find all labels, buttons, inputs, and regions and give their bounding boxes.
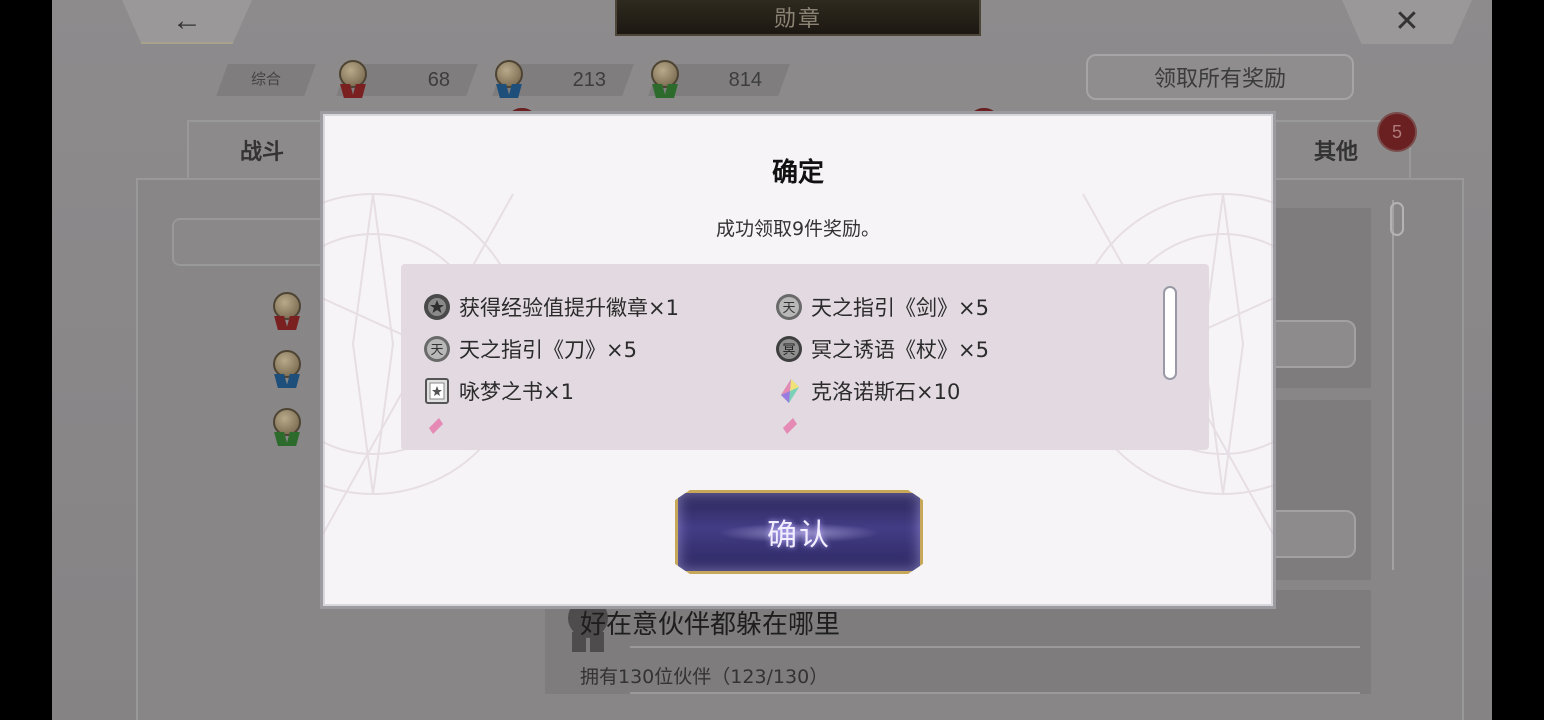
reward-text: 咏梦之书×1 (459, 380, 574, 404)
chronos-stone-icon (783, 418, 797, 434)
letterbox-right (1492, 0, 1544, 720)
list-item: 获得经验值提升徽章×1 (423, 290, 679, 324)
back-arrow-icon: ← (172, 4, 202, 37)
reward-list[interactable]: 获得经验值提升徽章×1 天 天之指引《剑》×5 天 天之指引《刀》×5 冥 冥之… (401, 264, 1209, 450)
list-item: 天 天之指引《刀》×5 (423, 332, 637, 366)
summary-label-box: 综合 (216, 64, 316, 96)
dialog-message: 成功领取9件奖励。 (715, 218, 881, 240)
tab-other-badge: 5 (1377, 112, 1417, 152)
list-item: 咏梦之书×1 (423, 374, 574, 408)
blue-medal-icon (492, 60, 526, 100)
card-divider (630, 646, 1360, 648)
close-button[interactable]: ✕ (1342, 0, 1472, 44)
letterbox-left (0, 0, 52, 720)
green-medal-icon (648, 60, 682, 100)
heaven-guide-icon: 天 (776, 294, 802, 320)
back-button[interactable]: ← (122, 0, 252, 44)
reward-text: 冥之诱语《杖》×5 (811, 338, 989, 362)
reward-confirm-dialog: 确定 成功领取9件奖励。 获得经验值提升徽章×1 天 天之指引《剑》×5 天 天… (320, 111, 1276, 609)
reward-text: 获得经验值提升徽章×1 (459, 296, 679, 320)
svg-text:冥: 冥 (782, 343, 795, 358)
list-scrollbar-thumb[interactable] (1390, 202, 1404, 236)
summary-label: 综合 (250, 71, 281, 88)
green-medal-icon (270, 408, 304, 448)
list-item: 天 天之指引《剑》×5 (775, 290, 989, 324)
svg-text:天: 天 (430, 343, 443, 358)
chronos-stone-icon (781, 379, 799, 403)
medal-card-subtitle: 拥有130位伙伴（123/130） (580, 666, 829, 688)
badge-count: 5 (1391, 121, 1402, 142)
reward-text: 克洛诺斯石×10 (811, 380, 961, 404)
reward-text: 天之指引《刀》×5 (459, 338, 637, 362)
dream-book-icon (425, 378, 449, 404)
claim-all-button[interactable]: 领取所有奖励 (1086, 54, 1354, 100)
confirm-button-label: 确认 (767, 518, 831, 553)
reward-list-scrollbar[interactable] (1163, 286, 1177, 380)
card-divider (630, 692, 1360, 694)
claim-all-label: 领取所有奖励 (1153, 66, 1286, 91)
red-medal-icon (270, 292, 304, 332)
list-scrollbar-track[interactable] (1392, 200, 1404, 570)
screen-title: 勋章 (773, 6, 822, 31)
tab-battle-label: 战斗 (239, 139, 284, 165)
badge-star-icon (424, 294, 450, 320)
reward-text: 天之指引《剑》×5 (811, 296, 989, 320)
tab-battle[interactable]: 战斗 (187, 120, 337, 178)
heaven-guide-icon: 天 (424, 336, 450, 362)
blue-medal-icon (270, 350, 304, 390)
list-item: 克洛诺斯石×10 (775, 374, 960, 408)
svg-text:天: 天 (782, 301, 795, 316)
dialog-title: 确定 (771, 158, 824, 188)
chronos-stone-icon (429, 418, 443, 434)
confirm-button[interactable]: 确认 (675, 490, 923, 574)
underworld-whisper-icon: 冥 (776, 336, 802, 362)
list-item: 冥 冥之诱语《杖》×5 (775, 332, 989, 366)
red-medal-icon (336, 60, 370, 100)
medal-card-title: 好在意伙伴都躲在哪里 (580, 610, 841, 640)
close-icon: ✕ (1394, 5, 1420, 38)
screen-title-plate: 勋章 (615, 0, 981, 36)
tab-other-label: 其他 (1313, 139, 1358, 165)
medal-summary-bar: 综合 68 213 814 (216, 60, 790, 98)
